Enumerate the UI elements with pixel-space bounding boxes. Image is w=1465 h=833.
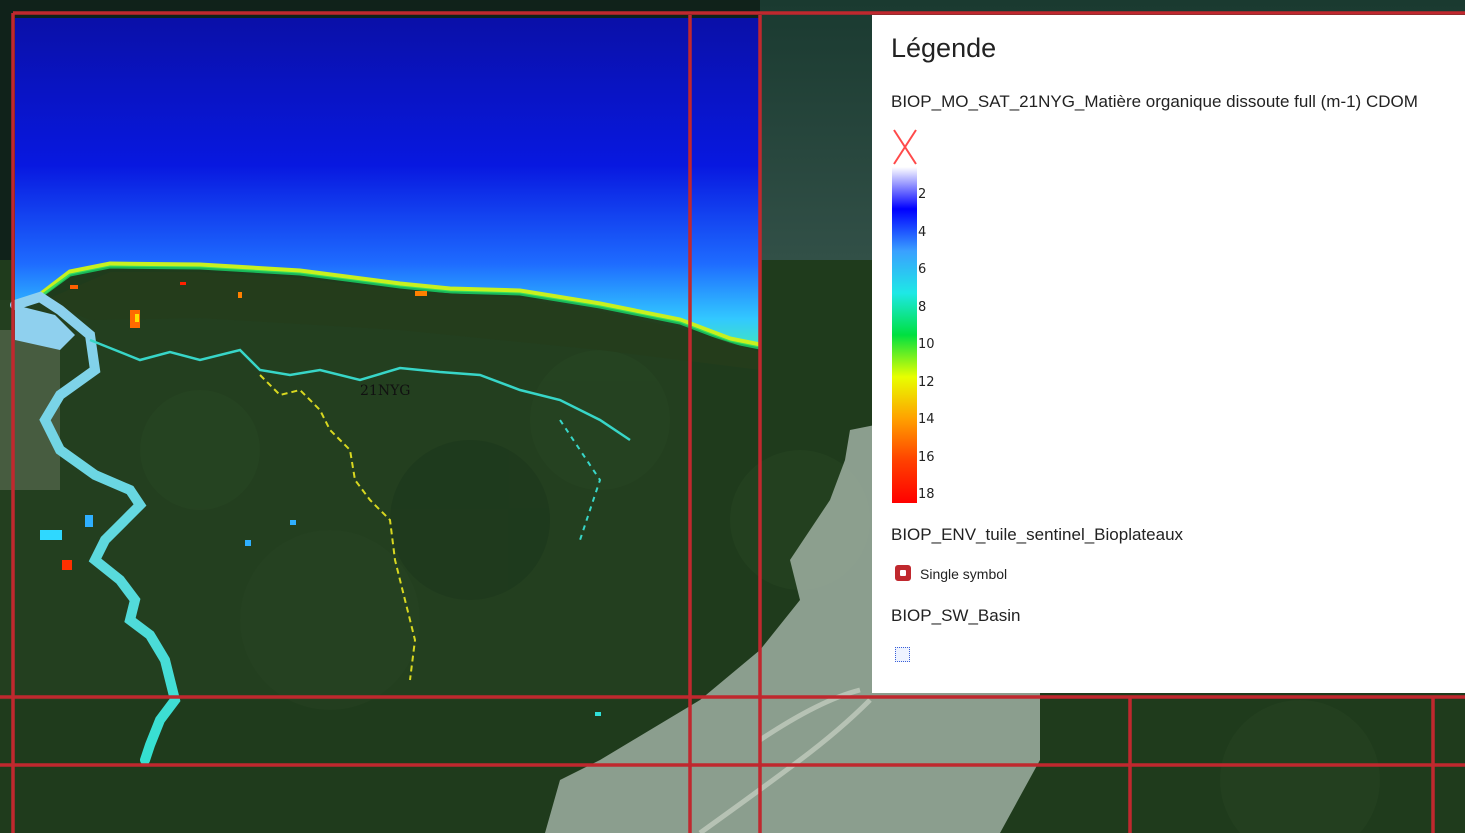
ramp-tick-label: 8: [918, 299, 927, 315]
color-ramp: [892, 167, 917, 503]
legend-panel: Légende BIOP_MO_SAT_21NYG_Matière organi…: [872, 15, 1465, 693]
ramp-tick-label: 18: [918, 487, 935, 502]
layer-name-cdom: BIOP_MO_SAT_21NYG_Matière organique diss…: [891, 92, 1418, 111]
layer-name-sentinel-tiles: BIOP_ENV_tuile_sentinel_Bioplateaux: [891, 525, 1184, 544]
single-symbol-label: Single symbol: [920, 566, 1008, 582]
dotted-blue-square-icon: [895, 647, 910, 662]
ramp-tick-label: 2: [918, 187, 927, 202]
red-cross-icon: [893, 129, 917, 165]
legend-title: Légende: [891, 33, 997, 63]
red-square-symbol-icon: [895, 565, 911, 581]
ramp-tick-label: 16: [918, 449, 935, 465]
ramp-tick-label: 10: [918, 337, 935, 352]
ramp-tick-label: 14: [918, 412, 935, 427]
tile-label: 21NYG: [360, 383, 411, 399]
ramp-tick-label: 12: [918, 374, 935, 390]
ramp-tick-label: 6: [918, 262, 927, 277]
ramp-tick-label: 4: [918, 224, 927, 240]
layer-name-basin: BIOP_SW_Basin: [891, 606, 1021, 625]
